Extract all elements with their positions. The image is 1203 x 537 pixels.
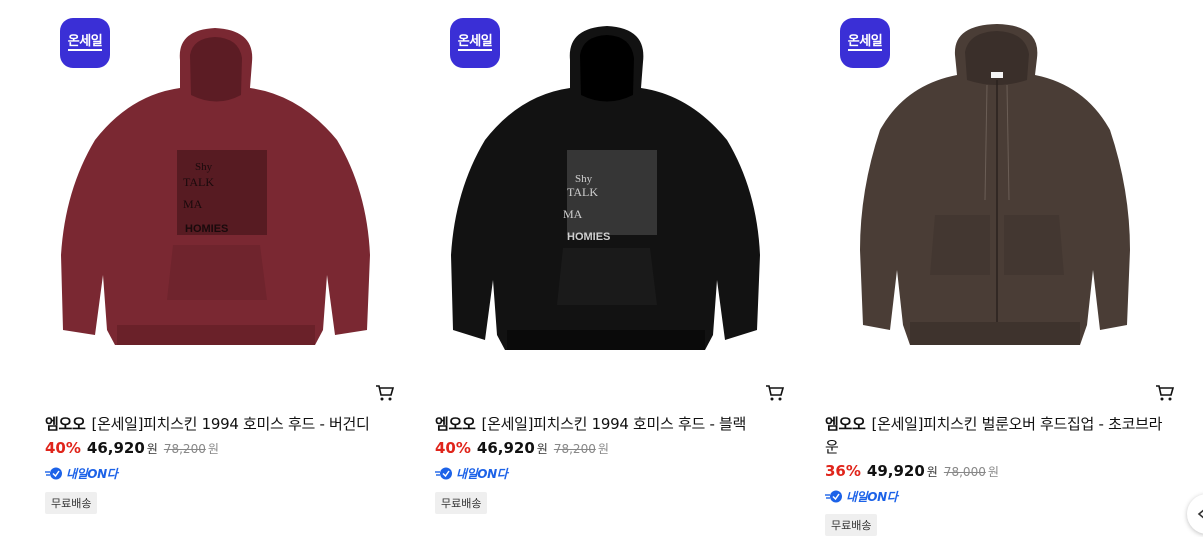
zip-hoodie-illustration — [860, 24, 1130, 345]
brand-name[interactable]: 엠오오 — [45, 415, 86, 433]
price-row: 40% 46,920 원 78,200 원 — [45, 439, 219, 457]
hoodie-illustration: Shy TALK MA HOMIES — [451, 26, 760, 350]
on-sale-badge: 온세일 — [840, 18, 890, 68]
discount-rate: 40% — [435, 439, 471, 457]
product-card[interactable]: 온세일 엠오오 [온세일]피치스킨 벌룬오버 후드집업 - 초코브라운 36% 4… — [825, 0, 1175, 537]
on-sale-badge: 온세일 — [60, 18, 110, 68]
free-shipping-badge: 무료배송 — [825, 514, 878, 536]
product-name[interactable]: [온세일]피치스킨 1994 호미스 후드 - 버건디 — [92, 415, 370, 433]
svg-text:TALK: TALK — [567, 185, 598, 199]
tomorrow-delivery-label: 내일ON다 — [825, 488, 898, 505]
cart-icon[interactable] — [1155, 383, 1175, 403]
discount-rate: 36% — [825, 462, 861, 480]
cart-icon[interactable] — [375, 383, 395, 403]
original-price: 78,200 — [553, 442, 596, 456]
product-image[interactable]: Shy TALK MA HOMIES 온세일 — [435, 0, 785, 370]
original-price-currency: 원 — [987, 465, 999, 479]
product-card[interactable]: Shy TALK MA HOMIES 온세일 엠오오 [온세일]피치스킨 1994… — [45, 0, 395, 537]
original-price-currency: 원 — [597, 442, 609, 456]
free-shipping-badge: 무료배송 — [435, 492, 488, 514]
price-row: 36% 49,920 원 78,000 원 — [825, 462, 999, 480]
delivery-truck-icon — [825, 490, 842, 503]
product-image[interactable]: Shy TALK MA HOMIES 온세일 — [45, 0, 395, 370]
product-title[interactable]: 엠오오 [온세일]피치스킨 벌룬오버 후드집업 - 초코브라운 — [825, 413, 1173, 459]
sale-price: 49,920 원 — [866, 462, 938, 480]
sale-price: 46,920 원 — [476, 439, 548, 457]
price-row: 40% 46,920 원 78,200 원 — [435, 439, 609, 457]
chevron-icon — [1197, 509, 1203, 519]
discount-rate: 40% — [45, 439, 81, 457]
svg-text:HOMIES: HOMIES — [185, 223, 228, 235]
svg-text:TALK: TALK — [183, 175, 214, 189]
original-price-currency: 원 — [207, 442, 219, 456]
svg-text:HOMIES: HOMIES — [567, 231, 610, 243]
product-title[interactable]: 엠오오 [온세일]피치스킨 1994 호미스 후드 - 블랙 — [435, 413, 783, 436]
delivery-truck-icon — [45, 467, 62, 480]
product-card[interactable]: Shy TALK MA HOMIES 온세일 엠오오 [온세일]피치스킨 1994… — [435, 0, 785, 537]
original-price: 78,200 — [163, 442, 206, 456]
sale-price: 46,920 원 — [86, 439, 158, 457]
hoodie-illustration: Shy TALK MA HOMIES — [61, 28, 370, 345]
svg-text:Shy: Shy — [195, 161, 213, 173]
svg-text:MA: MA — [563, 207, 583, 221]
brand-name[interactable]: 엠오오 — [825, 415, 866, 433]
svg-text:MA: MA — [183, 197, 203, 211]
product-name[interactable]: [온세일]피치스킨 1994 호미스 후드 - 블랙 — [482, 415, 747, 433]
free-shipping-badge: 무료배송 — [45, 492, 98, 514]
on-sale-badge: 온세일 — [450, 18, 500, 68]
product-title[interactable]: 엠오오 [온세일]피치스킨 1994 호미스 후드 - 버건디 — [45, 413, 393, 436]
tomorrow-delivery-label: 내일ON다 — [435, 465, 508, 482]
brand-name[interactable]: 엠오오 — [435, 415, 476, 433]
tomorrow-delivery-label: 내일ON다 — [45, 465, 118, 482]
svg-text:Shy: Shy — [575, 173, 593, 185]
cart-icon[interactable] — [765, 383, 785, 403]
original-price: 78,000 — [943, 465, 986, 479]
carousel-next-button[interactable] — [1187, 494, 1203, 534]
product-image[interactable]: 온세일 — [825, 0, 1175, 370]
product-name[interactable]: [온세일]피치스킨 벌룬오버 후드집업 - 초코브라운 — [825, 415, 1162, 456]
delivery-truck-icon — [435, 467, 452, 480]
